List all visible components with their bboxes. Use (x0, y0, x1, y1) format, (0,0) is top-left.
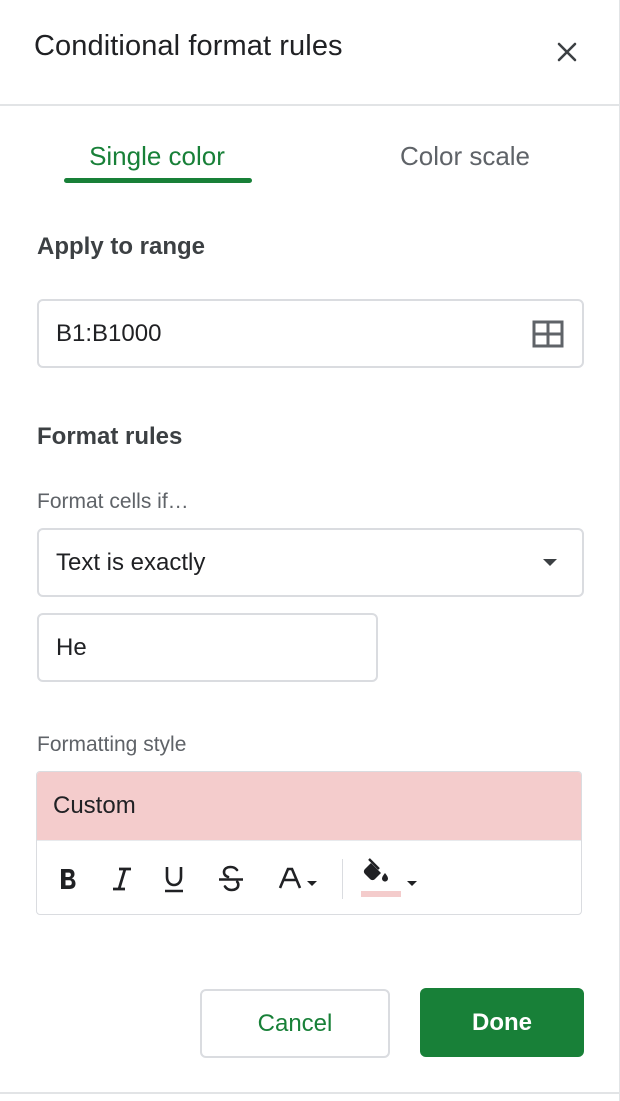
active-tab-indicator (64, 178, 252, 183)
italic-button[interactable] (105, 841, 139, 914)
range-value: B1:B1000 (56, 319, 162, 347)
text-color-caret-icon (307, 880, 317, 886)
select-range-button[interactable] (532, 320, 564, 353)
style-toolbar (37, 840, 581, 914)
bold-button[interactable] (51, 841, 85, 914)
format-cells-if-label: Format cells if… (37, 490, 189, 513)
done-button[interactable]: Done (420, 988, 584, 1057)
style-preview[interactable]: Custom (37, 772, 581, 840)
header-divider (0, 104, 620, 106)
strikethrough-button[interactable] (213, 841, 249, 914)
toolbar-separator (342, 859, 343, 899)
text-color-icon (278, 867, 302, 889)
formatting-style-box: Custom (36, 771, 582, 915)
fill-color-button[interactable] (353, 841, 423, 914)
close-button[interactable] (547, 32, 587, 72)
cancel-button[interactable]: Cancel (200, 989, 390, 1058)
condition-value: Text is exactly (56, 548, 206, 576)
italic-icon (113, 867, 131, 891)
bold-icon (61, 869, 76, 889)
value-input-text: He (56, 633, 87, 661)
text-color-button[interactable] (267, 841, 327, 914)
value-input[interactable]: He (37, 613, 378, 682)
tab-single-color[interactable]: Single color (62, 126, 252, 186)
conditional-format-panel: Conditional format rules Single color Co… (0, 0, 620, 1101)
underline-button[interactable] (157, 841, 191, 914)
style-preview-text: Custom (53, 792, 136, 819)
condition-select[interactable]: Text is exactly (37, 528, 584, 597)
range-input[interactable]: B1:B1000 (37, 299, 584, 368)
formatting-style-label: Formatting style (37, 733, 187, 756)
strikethrough-icon (219, 865, 243, 892)
fill-color-icon (361, 858, 401, 897)
fill-color-caret-icon (407, 880, 417, 886)
chevron-down-icon (543, 559, 557, 566)
grid-icon (532, 320, 564, 348)
bottom-divider (0, 1092, 620, 1094)
panel-title: Conditional format rules (34, 30, 343, 62)
apply-to-range-title: Apply to range (37, 233, 206, 260)
tab-color-scale[interactable]: Color scale (370, 126, 560, 186)
underline-icon (165, 867, 183, 893)
format-rules-title: Format rules (37, 423, 183, 450)
close-icon (557, 42, 577, 62)
